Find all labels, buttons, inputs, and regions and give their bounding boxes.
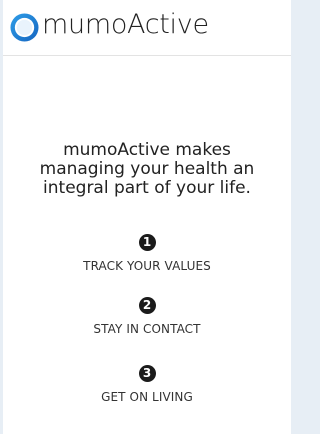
- step-label: TRACK YOUR VALUES: [83, 259, 211, 273]
- step-stay-in-contact: 2 STAY IN CONTACT: [3, 296, 291, 336]
- step-number-icon: 2: [138, 297, 156, 314]
- tagline-line: integral part of your life.: [43, 178, 251, 198]
- brand-name: mumoActive: [42, 9, 209, 40]
- step-track-values: 1 TRACK YOUR VALUES: [3, 233, 291, 273]
- tagline-line: managing your health an: [39, 159, 255, 179]
- page: mumoActive mumoActive makes managing you…: [3, 0, 291, 434]
- step-label: STAY IN CONTACT: [93, 322, 201, 336]
- step-label: GET ON LIVING: [101, 390, 193, 404]
- tagline: mumoActive makes managing your health an…: [3, 141, 291, 198]
- logo-icon: [10, 13, 39, 42]
- step-number-icon: 3: [138, 365, 156, 382]
- header: mumoActive: [3, 0, 291, 56]
- step-number-icon: 1: [138, 234, 156, 251]
- step-get-on-living: 3 GET ON LIVING: [3, 364, 291, 404]
- tagline-line: mumoActive makes: [63, 140, 231, 160]
